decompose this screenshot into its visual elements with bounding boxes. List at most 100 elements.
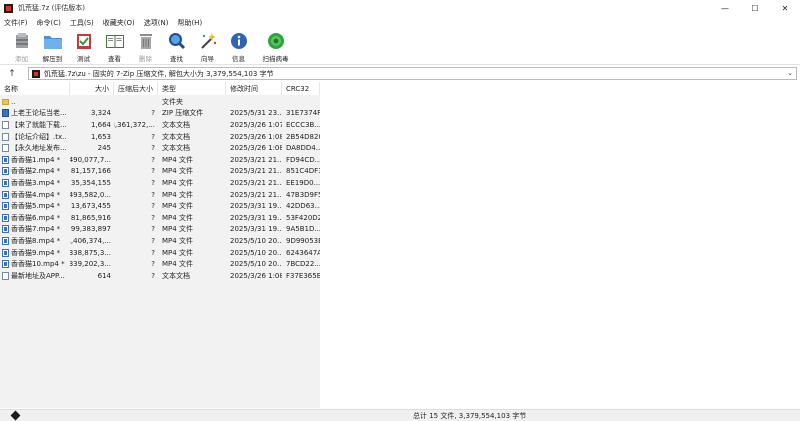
file-row[interactable]: 香香猫3.mp4 * 35,354,155? MP4 文件 2025/3/21 21.… — [0, 177, 320, 189]
menu-bar: 文件(F) 命令(C) 工具(S) 收藏夹(O) 选项(N) 帮助(H) — [0, 16, 800, 29]
menu-options[interactable]: 选项(N) — [144, 18, 169, 28]
file-row[interactable]: 香香猫2.mp4 * 81,157,166? MP4 文件 2025/3/21 21.… — [0, 166, 320, 178]
video-file-icon — [2, 225, 9, 234]
file-row[interactable]: 香香猫10.mp4 * 339,202,3...? MP4 文件 2025/5/10 … — [0, 258, 320, 270]
file-row[interactable]: 【来了就能下载... 1,664 3,361,372,... 文本文档 2025/3/2… — [0, 119, 320, 131]
file-row[interactable]: 香香猫7.mp4 * 99,383,897? MP4 文件 2025/3/31 19.… — [0, 224, 320, 236]
wizard-button[interactable]: 向导 — [192, 29, 223, 65]
file-name-cell: 香香猫1.mp4 * — [0, 154, 70, 166]
file-row[interactable]: 香香猫5.mp4 * 13,673,455? MP4 文件 2025/3/31 19.… — [0, 200, 320, 212]
file-packed-size — [114, 96, 158, 108]
text-file-icon — [2, 120, 9, 129]
file-name-cell: 香香猫10.mp4 * — [0, 258, 70, 270]
file-row[interactable]: .. 文件夹 — [0, 96, 320, 108]
file-type: MP4 文件 — [162, 167, 193, 176]
winrar-app-icon — [4, 3, 13, 13]
file-size: 3,324 — [90, 109, 111, 118]
file-name: 上老王论坛当老... — [11, 109, 67, 118]
file-row[interactable]: 香香猫6.mp4 * 81,865,916? MP4 文件 2025/3/31 19.… — [0, 212, 320, 224]
menu-tools[interactable]: 工具(S) — [70, 18, 94, 28]
file-row[interactable]: 【永久地址发布... 245? 文本文档 2025/3/26 1:08 DA8DD4..… — [0, 142, 320, 154]
archive-path-field[interactable]: 饥荒猛.7z\zu - 固实的 7-Zip 压缩文件, 解包大小为 3,379,… — [28, 67, 797, 80]
up-one-level-button[interactable]: ↑ — [0, 66, 24, 81]
file-row[interactable]: 【论坛介绍】.tx... 1,653? 文本文档 2025/3/26 1:08 2B54… — [0, 131, 320, 143]
close-button[interactable]: ✕ — [770, 0, 800, 16]
virus-scan-button[interactable]: 扫描病毒 — [260, 29, 291, 65]
file-row[interactable]: 香香猫9.mp4 * 338,875,3...? MP4 文件 2025/5/10 2… — [0, 247, 320, 259]
video-file-icon — [2, 248, 9, 257]
file-modified: 2025/5/10 20... — [230, 248, 282, 257]
file-row[interactable]: 最新地址及APP... 614? 文本文档 2025/3/26 1:08 F37E365… — [0, 270, 320, 282]
menu-commands[interactable]: 命令(C) — [37, 18, 61, 28]
text-file-icon — [2, 144, 9, 153]
column-header-name[interactable]: 名称 — [0, 82, 70, 95]
file-type: MP4 文件 — [162, 190, 193, 199]
view-button[interactable]: 查看 — [99, 29, 130, 65]
file-type: 文本文档 — [162, 271, 190, 280]
file-size: 1,664 — [90, 120, 111, 129]
column-header-type[interactable]: 类型 — [158, 82, 226, 95]
file-name-cell: 香香猫9.mp4 * — [0, 247, 70, 259]
file-crc32: 53F420D2 — [286, 213, 320, 222]
file-name: 【来了就能下载... — [11, 120, 67, 129]
delete-button[interactable]: 删除 — [130, 29, 161, 65]
minimize-button[interactable]: — — [710, 0, 740, 16]
add-label: 添加 — [15, 55, 28, 63]
maximize-button[interactable]: ☐ — [740, 0, 770, 16]
file-name: 最新地址及APP... — [11, 271, 65, 280]
file-crc32: 2B54D820 — [286, 132, 320, 141]
folder-icon — [2, 98, 9, 105]
file-type: MP4 文件 — [162, 260, 193, 269]
test-icon — [74, 32, 94, 50]
file-name-cell: 【来了就能下载... — [0, 119, 70, 131]
file-packed-size: ? — [151, 213, 155, 222]
file-crc32: 42DD63... — [286, 202, 320, 211]
file-name-cell: 香香猫6.mp4 * — [0, 212, 70, 224]
menu-help[interactable]: 帮助(H) — [177, 18, 202, 28]
file-modified: 2025/3/31 19... — [230, 202, 282, 211]
column-header-packed-size[interactable]: 压缩后大小 — [114, 82, 158, 95]
file-name: 香香猫1.mp4 * — [11, 155, 61, 164]
menu-favorites[interactable]: 收藏夹(O) — [103, 18, 135, 28]
file-name: 香香猫5.mp4 * — [11, 202, 61, 211]
menu-file[interactable]: 文件(F) — [4, 18, 28, 28]
file-modified: 2025/3/26 1:07 — [230, 120, 282, 129]
file-name-cell: 香香猫7.mp4 * — [0, 224, 70, 236]
file-row[interactable]: 香香猫8.mp4 * 1,406,374,...? MP4 文件 2025/5/10 … — [0, 235, 320, 247]
column-header-crc32[interactable]: CRC32 — [282, 82, 320, 95]
file-modified — [226, 96, 282, 108]
virus-scan-label: 扫描病毒 — [262, 55, 289, 63]
file-packed-size: ? — [151, 236, 155, 245]
column-header-modified[interactable]: 修改时间 — [226, 82, 282, 95]
file-type: 文本文档 — [162, 132, 190, 141]
path-dropdown-icon[interactable]: ⌄ — [787, 69, 793, 77]
window-title: 饥荒猛.7z (评估版本) — [18, 4, 86, 12]
file-crc32: F37E365B — [286, 271, 320, 280]
file-packed-size: ? — [151, 271, 155, 280]
file-size: 1,653 — [90, 132, 111, 141]
column-header-size[interactable]: 大小 — [70, 82, 114, 95]
file-crc32: 851C4DF3 — [286, 167, 320, 176]
extract-to-button[interactable]: 解压到 — [37, 29, 68, 65]
info-button[interactable]: 信息 — [223, 29, 254, 65]
column-headers: 名称 大小 压缩后大小 类型 修改时间 CRC32 — [0, 82, 320, 95]
file-packed-size: ? — [151, 260, 155, 269]
find-button[interactable]: 查找 — [161, 29, 192, 65]
file-size: 490,077,7... — [70, 155, 111, 164]
file-size: 13,673,455 — [70, 202, 111, 211]
window-controls: — ☐ ✕ — [710, 0, 800, 16]
add-button[interactable]: 添加 — [6, 29, 37, 65]
test-button[interactable]: 测试 — [68, 29, 99, 65]
file-list-area[interactable]: 名称 大小 压缩后大小 类型 修改时间 CRC32 .. 文件夹 上老王论坛当老..… — [0, 82, 800, 408]
file-row[interactable]: 香香猫4.mp4 * 493,582,0...? MP4 文件 2025/3/21 2… — [0, 189, 320, 201]
video-file-icon — [2, 155, 9, 164]
video-file-icon — [2, 213, 9, 222]
file-modified: 2025/3/31 19... — [230, 225, 282, 234]
file-size: 99,383,897 — [70, 225, 111, 234]
file-size: 1,406,374,... — [70, 236, 111, 245]
file-type: 文本文档 — [162, 144, 190, 153]
file-name: 香香猫4.mp4 * — [11, 190, 61, 199]
file-crc32: 31E7374F — [286, 109, 320, 118]
file-row[interactable]: 香香猫1.mp4 * 490,077,7...? MP4 文件 2025/3/21 2… — [0, 154, 320, 166]
file-row[interactable]: 上老王论坛当老... 3,324? ZIP 压缩文件 2025/5/31 23... 3… — [0, 108, 320, 120]
